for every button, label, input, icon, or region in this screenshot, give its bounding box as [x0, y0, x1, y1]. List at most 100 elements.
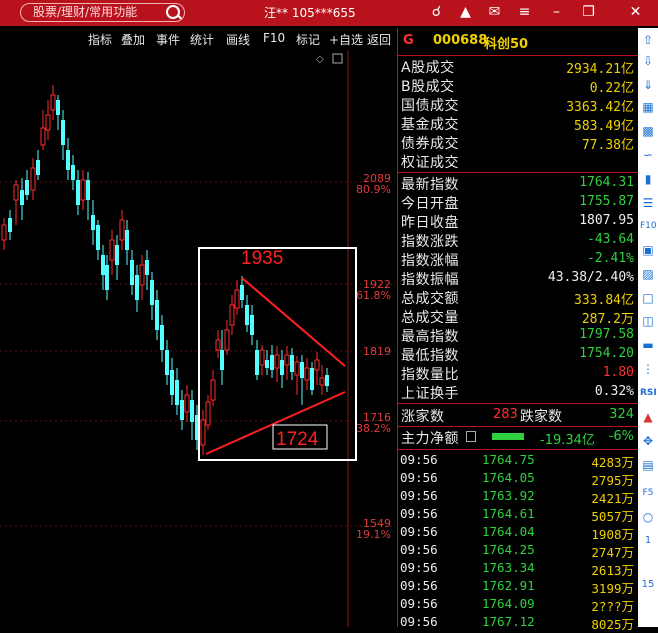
pct-2089: 80.9% [356, 183, 391, 196]
volume-row: 债券成交 77.38亿 [398, 133, 638, 153]
move-icon[interactable]: ✥ [640, 433, 656, 449]
volume-label: 权证成交 [401, 155, 459, 171]
toolbar-back[interactable]: 返回 [367, 31, 391, 48]
candle-body [294, 361, 300, 376]
tick-row: 09:56 1762.91 3199万 [398, 578, 638, 596]
tick-volume: 2421万 [591, 491, 634, 506]
volume-label: B股成交 [401, 79, 455, 95]
candle-body [310, 368, 314, 390]
candle-body [325, 375, 329, 386]
period-1-button[interactable]: 1 [640, 533, 656, 549]
stat-row: 指数涨幅 -2.41% [398, 250, 638, 269]
toolbar-mark[interactable]: 标记 [296, 31, 320, 48]
period-15-button[interactable]: 15 [640, 577, 656, 593]
stat-value: 1807.95 [579, 213, 634, 228]
candle-body [61, 120, 65, 145]
toolbar-indicator[interactable]: 指标 [88, 31, 112, 48]
toolbar-event[interactable]: 事件 [156, 31, 180, 48]
arrow-down-icon[interactable]: ⇩ [640, 53, 656, 69]
tick-volume: 3199万 [591, 581, 634, 596]
candle-icon[interactable]: ▮ [640, 171, 656, 187]
candles-group [1, 85, 329, 455]
candle-body [8, 218, 12, 232]
candle-body [175, 380, 179, 405]
volume-label: A股成交 [401, 60, 455, 76]
tick-time: 09:56 [400, 560, 438, 575]
tshirt-icon[interactable]: ▲ [457, 4, 474, 21]
stat-row: 上证换手 0.32% [398, 383, 638, 402]
panel-icon[interactable]: ▤ [640, 457, 656, 473]
split-icon[interactable]: ◫ [640, 313, 656, 329]
stat-value: -43.64 [587, 232, 634, 247]
stat-value: 1755.87 [579, 194, 634, 209]
toolbar-draw[interactable]: 画线 [226, 31, 250, 48]
candle-body [184, 394, 190, 413]
layout-icon[interactable]: ▣ [640, 242, 656, 258]
pct-1716: 38.2% [356, 422, 391, 435]
candle-body [50, 94, 56, 111]
bars-icon[interactable]: ▬ [640, 337, 656, 353]
layers-icon[interactable]: ▨ [640, 266, 656, 282]
candle-body [205, 401, 211, 426]
list-icon[interactable] [466, 431, 476, 442]
stat-label: 最高指数 [401, 329, 459, 345]
window-icon[interactable]: □ [640, 290, 656, 306]
toolbar-add-watchlist[interactable]: +自选 [329, 31, 363, 48]
minimize-icon[interactable]: – [548, 4, 565, 21]
stat-row: 总成交量 287.2万 [398, 307, 638, 327]
stat-value: 0.32% [594, 384, 634, 399]
tick-volume: 4283万 [591, 455, 634, 470]
headset-icon[interactable]: ☌ [428, 4, 445, 21]
up-count-label: 涨家数 [401, 409, 445, 425]
square-icon[interactable] [332, 53, 343, 64]
mail-icon[interactable]: ✉ [486, 4, 503, 21]
volume-row: 基金成交 583.49亿 [398, 114, 638, 134]
list-icon[interactable]: ☰ [640, 195, 656, 211]
tick-time: 09:56 [400, 470, 438, 485]
arrow-down-outline-icon[interactable]: ⇓ [640, 77, 656, 93]
candle-body [265, 360, 269, 368]
candle-body [319, 377, 325, 386]
arrow-up-icon[interactable]: ⇧ [640, 32, 656, 48]
tick-price: 1764.04 [482, 524, 535, 539]
volume-value: 2934.21亿 [566, 62, 634, 77]
search-icon[interactable] [166, 5, 180, 19]
volume-label: 基金成交 [401, 117, 459, 133]
menu-icon[interactable]: ≡ [516, 4, 533, 21]
user-account[interactable]: 汪** 105***655 [264, 4, 356, 21]
search-input[interactable]: 股票/理财/常用功能 [20, 3, 185, 22]
toolbar-overlay[interactable]: 叠加 [121, 31, 145, 48]
close-icon[interactable]: ✕ [627, 4, 644, 21]
stat-value: 1764.31 [579, 175, 634, 190]
tick-row: 09:56 1764.25 2747万 [398, 542, 638, 560]
candle-body [45, 114, 51, 131]
toolbar-f10[interactable]: F10 [263, 31, 285, 45]
main-flow-label: 主力净额 [401, 431, 459, 447]
f10-button[interactable]: F10 [640, 218, 657, 234]
restore-icon[interactable]: ❐ [580, 4, 597, 21]
stat-label: 最低指数 [401, 348, 459, 364]
grid-icon[interactable]: ▩ [640, 123, 656, 139]
rsi-button[interactable]: RSI [640, 385, 657, 401]
f5-button[interactable]: F5 [640, 485, 656, 501]
table-icon[interactable]: ▦ [640, 99, 656, 115]
line-chart-icon[interactable]: ∽ [640, 147, 656, 163]
breadth-row: 涨家数 283 跌家数 324 [398, 406, 638, 425]
toolbar-stats[interactable]: 统计 [190, 31, 214, 48]
tick-price: 1763.92 [482, 488, 535, 503]
candle-body [234, 289, 240, 309]
dots-icon[interactable]: ⋮ [640, 361, 656, 377]
candle-body [13, 184, 19, 201]
tick-row: 09:56 1764.09 2???万 [398, 596, 638, 614]
tick-volume: 2747万 [591, 545, 634, 560]
pin-icon[interactable]: ○ [640, 509, 656, 525]
candle-body [109, 239, 115, 261]
fire-icon[interactable]: ▲ [640, 409, 656, 425]
kline-chart[interactable]: 1935 1724 ◇ 2089 80.9% 1922 61.8% 1819 1… [0, 50, 396, 627]
candle-body [119, 219, 125, 241]
main-flow-row[interactable]: 主力净额 -19.34亿 -6% [398, 428, 638, 448]
candle-body [139, 264, 145, 286]
diamond-icon[interactable]: ◇ [316, 54, 324, 65]
flow-bar [492, 433, 524, 440]
candle-body [20, 190, 24, 205]
